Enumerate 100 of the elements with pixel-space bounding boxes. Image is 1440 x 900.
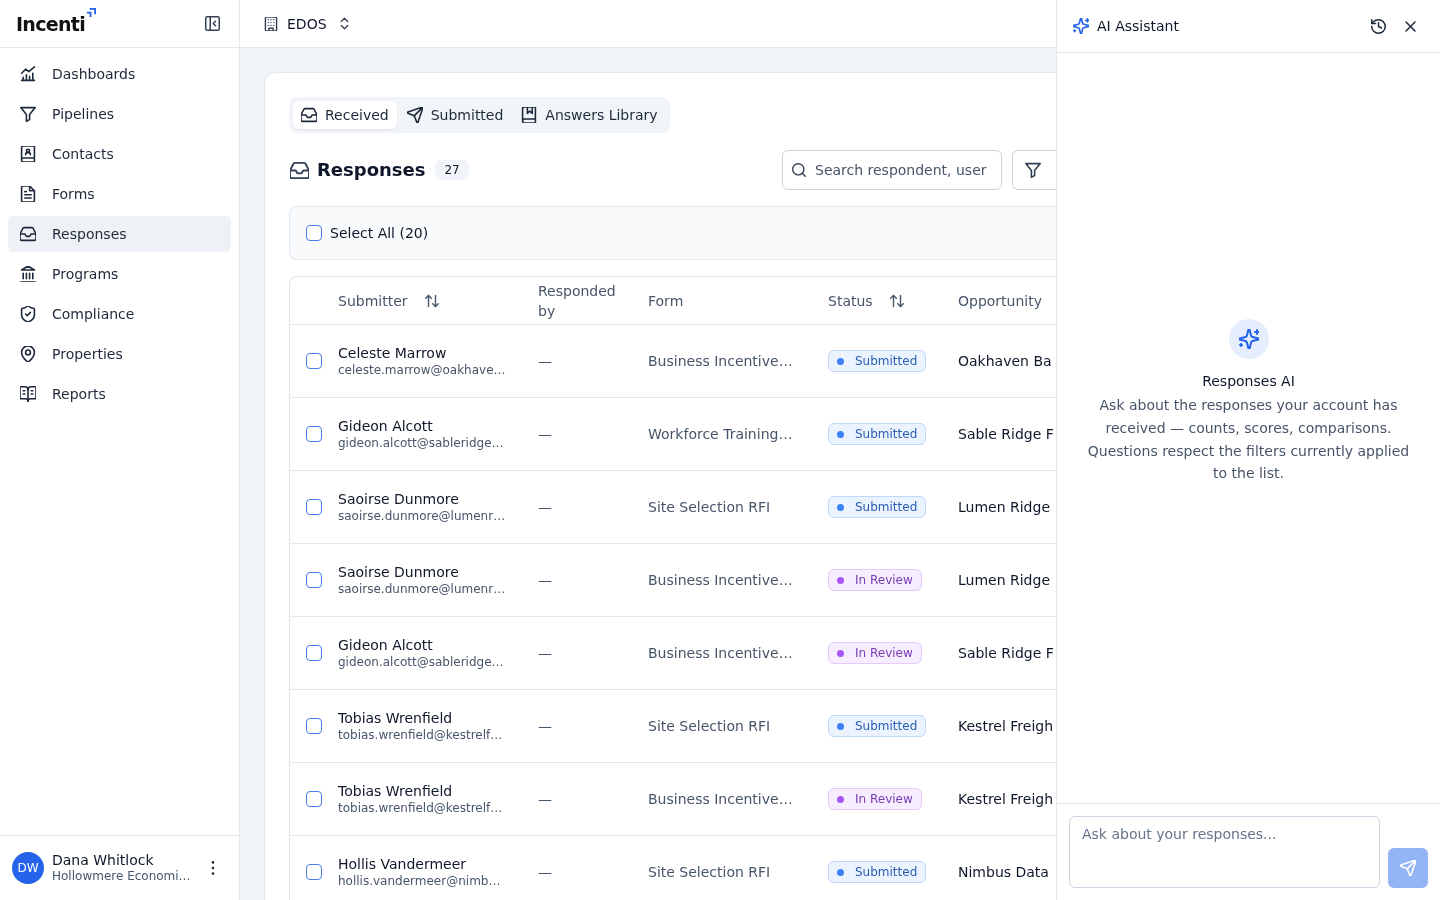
workspace-switcher[interactable]: EDOS [264,7,351,40]
status-label: Submitted [855,427,918,441]
status-label: In Review [855,646,913,660]
submitter-name: Saoirse Dunmore [338,563,460,581]
submitter-email: celeste.marrow@oakhave… [338,362,507,378]
building-icon [264,16,278,31]
submitter-name: Celeste Marrow [338,344,448,362]
select-all-label: Select All (20) [330,225,429,241]
checkbox[interactable] [306,718,322,734]
tab[interactable]: Answers Library [513,101,666,129]
document-icon [20,186,36,202]
sidebar-panel-icon [204,16,220,31]
column-header[interactable]: Status [828,290,904,311]
submitter-email: saoirse.dunmore@lumenr… [338,581,507,597]
funnel-icon [20,106,36,122]
form-name: Business Incentive… [648,353,793,369]
tab[interactable]: Received [293,101,397,129]
opportunity-name: Sable Ridge F [958,645,1054,661]
form-name: Site Selection RFI [648,499,771,515]
opportunity-name: Kestrel Freigh [958,791,1054,807]
form-name: Site Selection RFI [648,864,771,880]
submitter-email: hollis.vandermeer@nimb… [338,873,502,889]
checkbox[interactable] [306,645,322,661]
responded-by-text: — [538,572,552,588]
submitter-name: Tobias Wrenfield [338,782,454,800]
inbox-icon [301,107,317,123]
status-label: In Review [855,792,913,806]
form-name: Site Selection RFI [648,718,771,734]
search-field[interactable]: Search respondent, user [782,150,1002,190]
responded-by-text: — [538,499,552,515]
responded-by-text: — [538,353,552,369]
submitter-name: Saoirse Dunmore [338,490,460,508]
shield-check-icon [20,306,36,322]
contact-book-icon [20,146,36,162]
sort-icon [424,293,439,308]
submitter-email: tobias.wrenfield@kestrelf… [338,800,504,816]
submitter-name: Hollis Vandermeer [338,855,468,873]
tab[interactable]: Submitted [398,101,512,129]
paper-plane-icon [406,107,423,123]
nav-item[interactable]: Reports [8,376,231,412]
bookmarked-book-icon [521,107,538,123]
sparkle-icon [1228,319,1269,360]
column-header: Opportunity [958,291,1042,311]
chat-input[interactable]: Ask about your responses... [1069,816,1380,888]
search-icon [792,163,806,177]
corner-arrows-icon [85,7,96,18]
submitter-name: Gideon Alcott [338,417,434,435]
responded-by-text: — [538,864,552,880]
opportunity-name: Lumen Ridge [958,572,1050,588]
form-name: Business Incentive… [648,572,793,588]
responded-by-text: — [538,426,552,442]
checkbox[interactable] [306,426,322,442]
nav-item[interactable]: Contacts [8,136,231,172]
form-name: Workforce Training… [648,426,793,442]
nav-item[interactable]: Responses [8,216,231,252]
nav-item[interactable]: Programs [8,256,231,292]
collapse-sidebar-button[interactable] [202,13,222,34]
nav-item[interactable]: Properties [8,336,231,372]
filter-icon [1025,162,1041,178]
submitter-email: gideon.alcott@sableridge… [338,435,505,451]
filter-button[interactable] [1012,150,1056,190]
checkbox[interactable] [306,353,322,369]
history-icon [1370,18,1386,34]
checkbox[interactable] [306,572,322,588]
inbox-icon [20,226,36,242]
inbox-icon [290,160,309,180]
nav-item[interactable]: Compliance [8,296,231,332]
submitter-email: gideon.alcott@sableridge… [338,654,505,670]
submitter-name: Tobias Wrenfield [338,709,454,727]
status-label: Submitted [855,500,918,514]
bank-building-icon [20,266,36,282]
checkbox[interactable] [306,864,322,880]
checkbox[interactable] [306,791,322,807]
status-label: In Review [855,573,913,587]
form-name: Business Incentive… [648,645,793,661]
nav-item[interactable]: Dashboards [8,56,231,92]
submitter-name: Gideon Alcott [338,636,434,654]
empty-state-description: Ask about the responses your account has received — counts, scores, comparisons. Questions respect the filters currently applied to the list. [1086,396,1411,484]
sort-icon [889,293,904,308]
count-badge: 27 [435,160,469,180]
column-header[interactable]: Submitter [338,290,439,311]
responded-by-text: — [538,645,552,661]
status-label: Submitted [855,865,918,879]
opportunity-name: Oakhaven Ba [958,353,1052,369]
checkbox[interactable] [306,225,322,241]
column-header: Form [648,291,684,311]
user-organization: Hollowmere Economi… [52,869,192,884]
nav-item[interactable]: Forms [8,176,231,212]
responded-by-text: — [538,791,552,807]
status-label: Submitted [855,719,918,733]
user-avatar: DW [12,852,44,884]
status-label: Submitted [855,354,918,368]
submitter-email: saoirse.dunmore@lumenr… [338,508,507,524]
form-name: Business Incentive… [648,791,793,807]
send-icon [1400,860,1416,876]
nav-item[interactable]: Pipelines [8,96,231,132]
opportunity-name: Lumen Ridge [958,499,1050,515]
map-pin-icon [20,346,36,362]
checkbox[interactable] [306,499,322,515]
bar-chart-icon [20,66,36,82]
